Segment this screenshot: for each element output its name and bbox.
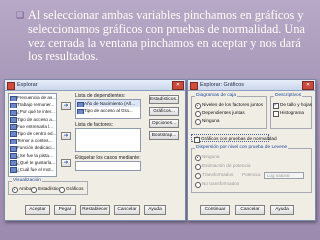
- dependent-label: Año de Nacimiento (Añ...: [84, 101, 136, 106]
- paste-button[interactable]: Pegar: [54, 205, 76, 215]
- normality-plots-checkbox[interactable]: Gráficos con pruebas de normalidad: [194, 135, 277, 143]
- close-icon[interactable]: ✕: [172, 81, 184, 90]
- ok-button[interactable]: Aceptar: [25, 205, 50, 215]
- plots-title: Explorar: Gráficos: [200, 82, 245, 88]
- descriptive-group-title: Descriptivos: [274, 93, 303, 99]
- plots-cancel-button[interactable]: Cancelar: [235, 205, 265, 215]
- power-label: Potencia:: [242, 172, 262, 177]
- untransformed-radio[interactable]: No transformados: [195, 181, 239, 188]
- boxplots-group-title: Diagramas de caja: [195, 93, 237, 99]
- factors-list[interactable]: [75, 128, 141, 152]
- display-group: Visualización Ambos Estadísticos Gráfico…: [8, 178, 88, 195]
- help-button[interactable]: Ayuda: [144, 205, 166, 215]
- plots-dialog: Explorar: Gráficos ✕ Diagramas de caja N…: [187, 79, 316, 221]
- dependent-item[interactable]: Tipo de acceso al Gra...: [76, 107, 140, 115]
- variable-item[interactable]: Frecuencia de as...: [9, 94, 56, 102]
- cancel-button[interactable]: Cancelar: [114, 205, 140, 215]
- spss-app-icon: [190, 82, 198, 90]
- variable-label: ¿Por qué te inter...: [17, 109, 55, 115]
- variable-label: Función dedicaci...: [17, 145, 56, 151]
- explore-dialog: Explorar ✕ Frecuencia de as... Trabajo re…: [4, 79, 186, 221]
- variable-label: ¿Se fue la pista...: [17, 152, 53, 158]
- plots-titlebar: Explorar: Gráficos ✕: [188, 80, 315, 91]
- case-label-field[interactable]: [75, 161, 141, 171]
- levene-group-title: Dispersión por nivel con prueba de Leven…: [195, 145, 289, 151]
- factor-levels-together-radio[interactable]: Niveles de los factores juntos: [195, 102, 263, 109]
- descriptive-group: Descriptivos De tallo y hojas Histograma: [270, 93, 312, 129]
- variable-item[interactable]: Temor a contes...: [9, 137, 56, 145]
- move-to-dependents-button[interactable]: ➜: [61, 102, 71, 110]
- levene-none-radio[interactable]: Ninguna: [195, 154, 219, 161]
- explore-titlebar: Explorar ✕: [5, 80, 185, 91]
- variable-label: ¿Cuál fue el mot...: [17, 166, 55, 172]
- slide-bullet-text: Al seleccionar ambas variables pinchamos…: [28, 8, 305, 64]
- variable-label: Frecuencia de as...: [17, 95, 56, 100]
- power-select[interactable]: Log natural: [264, 172, 304, 179]
- slide-bullet: ❑ Al seleccionar ambas variables pincham…: [16, 8, 316, 64]
- variable-item[interactable]: Trabajo remuner...: [9, 101, 56, 109]
- dependents-together-radio[interactable]: Dependientes juntas: [195, 110, 245, 117]
- options-button[interactable]: Opciones...: [149, 119, 179, 128]
- dependent-label: Tipo de acceso al Gra...: [84, 108, 133, 114]
- variable-item[interactable]: Fue entrenarla l...: [9, 123, 56, 130]
- variable-item[interactable]: ¿Qué te gustaría...: [9, 159, 56, 166]
- scale-variable-icon: [77, 108, 84, 115]
- variable-label: Tipo de centro ed...: [17, 130, 56, 136]
- bullet-icon: ❑: [16, 10, 25, 20]
- variable-label: Trabajo remuner...: [17, 102, 55, 108]
- plots-help-button[interactable]: Ayuda: [270, 205, 294, 215]
- reset-button[interactable]: Restablecer: [80, 205, 110, 215]
- move-to-factors-button[interactable]: ➜: [61, 132, 71, 140]
- variable-list[interactable]: Frecuencia de as... Trabajo remuner... ¿Po…: [8, 93, 57, 177]
- continue-button[interactable]: Continuar: [200, 205, 230, 215]
- variable-label: ¿Qué te gustaría...: [17, 159, 56, 165]
- variable-item[interactable]: Tipo de acceso a...: [9, 116, 56, 123]
- close-icon[interactable]: ✕: [302, 81, 314, 90]
- variable-item[interactable]: ¿Por qué te inter...: [9, 108, 56, 116]
- transformed-radio[interactable]: Transformados: [195, 172, 233, 179]
- variable-item[interactable]: Función dedicaci...: [9, 144, 56, 152]
- normality-highlight: Gráficos con pruebas de normalidad: [191, 134, 277, 143]
- bootstrap-button[interactable]: Bootstrap...: [149, 131, 179, 140]
- variable-label: Fue entrenarla l...: [17, 123, 54, 129]
- boxplots-group: Diagramas de caja Niveles de los factore…: [191, 93, 267, 129]
- power-estimation-radio[interactable]: Estimación de potencia: [195, 163, 250, 170]
- explore-title: Explorar: [17, 82, 38, 88]
- variable-item[interactable]: ¿Cuál fue el mot...: [9, 166, 56, 174]
- histogram-checkbox[interactable]: Histograma: [273, 110, 304, 117]
- variable-item[interactable]: ¿Se fue la pista...: [9, 152, 56, 159]
- variable-label: Tipo de acceso a...: [17, 116, 56, 122]
- levene-group: Dispersión por nivel con prueba de Leven…: [191, 145, 312, 193]
- display-group-title: Visualización: [12, 178, 42, 184]
- dependent-item[interactable]: Año de Nacimiento (Añ...: [76, 100, 140, 108]
- dependents-list[interactable]: Año de Nacimiento (Añ... Tipo de acceso a…: [75, 99, 141, 119]
- variable-label: Temor a contes...: [17, 138, 53, 144]
- spss-app-icon: [7, 82, 15, 90]
- none-boxplot-radio[interactable]: Ninguna: [195, 118, 219, 125]
- display-plots-radio[interactable]: Gráficos: [59, 186, 83, 193]
- plots-button[interactable]: Gráficos...: [149, 107, 179, 116]
- statistics-button[interactable]: Estadísticos...: [149, 95, 179, 104]
- move-to-case-label-button[interactable]: ➜: [61, 159, 71, 167]
- nominal-variable-icon: [10, 167, 17, 174]
- variable-item[interactable]: Tipo de centro ed...: [9, 130, 56, 138]
- stem-and-leaf-checkbox[interactable]: De tallo y hojas: [273, 102, 312, 109]
